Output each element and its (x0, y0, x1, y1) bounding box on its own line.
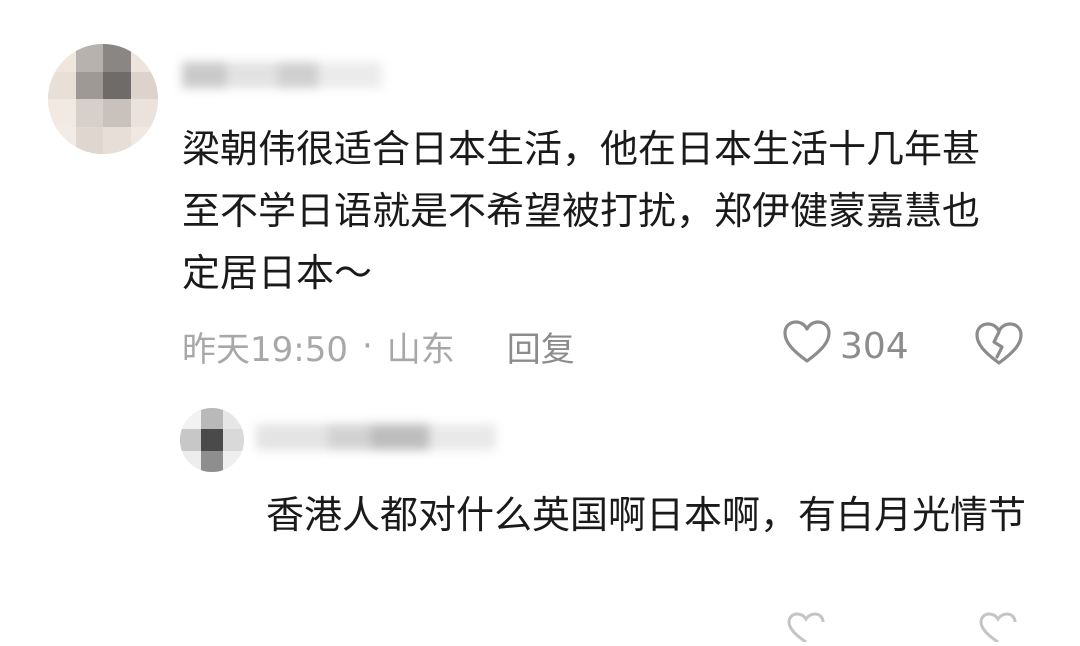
comment-text: 梁朝伟很适合日本生活，他在日本生活十几年甚至不学日语就是不希望被打扰，郑伊健蒙嘉… (182, 127, 981, 295)
like-button[interactable]: 304 (782, 319, 909, 374)
comment-location: 山东 (386, 329, 455, 370)
like-count: 304 (840, 325, 909, 367)
broken-heart-icon (974, 321, 1024, 371)
reply-avatar[interactable] (180, 408, 244, 472)
username-blurred[interactable] (182, 62, 382, 88)
reply-text: 香港人都对什么英国啊日本啊，有白月光情节 (266, 493, 1027, 537)
comment-time: 昨天19:50 (182, 329, 348, 370)
reply-username-blurred[interactable] (256, 424, 496, 450)
broken-heart-icon[interactable] (978, 612, 1018, 644)
heart-outline-icon[interactable] (786, 612, 826, 644)
meta-separator: · (361, 326, 373, 366)
avatar[interactable] (48, 44, 158, 154)
dislike-button[interactable] (974, 320, 1024, 372)
heart-outline-icon (782, 319, 840, 374)
reply-button[interactable]: 回复 (507, 322, 575, 371)
